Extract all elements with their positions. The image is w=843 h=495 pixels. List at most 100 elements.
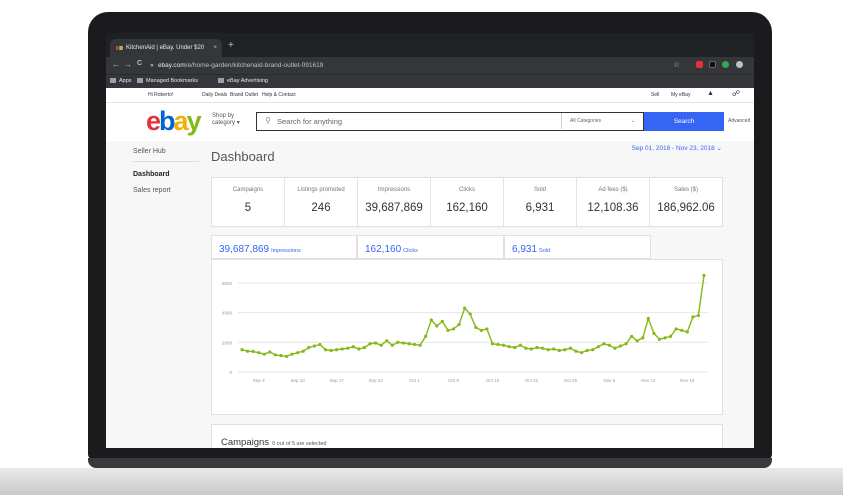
topnav-daily-deals[interactable]: Daily Deals — [202, 92, 227, 98]
x-tick-label: Sep 10 — [291, 378, 306, 383]
tab-clicks[interactable]: 162,160 Clicks — [357, 235, 504, 259]
data-point — [685, 330, 689, 334]
data-point — [279, 354, 283, 358]
search-button[interactable]: Search — [644, 112, 724, 131]
forward-icon[interactable]: → — [124, 60, 132, 69]
data-point — [568, 346, 573, 350]
bookmark-managed[interactable]: Managed Bookmarks — [137, 78, 198, 84]
data-point — [585, 348, 589, 353]
data-point — [401, 341, 406, 345]
extension-icon[interactable] — [709, 61, 716, 68]
data-point — [579, 351, 584, 355]
x-tick-label: Sep 24 — [368, 378, 383, 383]
data-point — [385, 339, 389, 343]
search-input[interactable]: ⚲ Search for anything All Categories ⌄ — [256, 112, 644, 131]
data-point — [323, 348, 328, 352]
new-tab-icon[interactable]: + — [228, 40, 234, 51]
x-tick-label: Oct 8 — [448, 378, 459, 383]
folder-icon — [137, 78, 143, 84]
apps-icon — [110, 78, 116, 84]
date-range-picker[interactable]: Sep 01, 2018 - Nov 23, 2018 ⌄ — [632, 144, 722, 152]
logo-letter: y — [186, 106, 202, 136]
x-tick-label: Nov 19 — [680, 378, 695, 383]
browser-tab[interactable]: KitchenAid | eBay. Under $20 × — [110, 39, 222, 57]
profile-icon[interactable] — [736, 61, 743, 68]
chevron-down-icon: ▾ — [236, 120, 240, 126]
data-point — [257, 351, 261, 355]
browser-tabbar: KitchenAid | eBay. Under $20 × + — [106, 33, 754, 57]
sidebar-item-sales-report[interactable]: Sales report — [133, 187, 171, 194]
data-point — [329, 348, 333, 353]
ebay-logo[interactable]: ebay — [146, 106, 202, 136]
data-point — [696, 313, 701, 318]
browser-toolbar: ← → C ● ebay.com/e/home-garden/kitchenaid… — [106, 57, 754, 74]
topnav-help[interactable]: Help & Contact — [262, 92, 296, 98]
data-point — [663, 336, 667, 340]
logo-letter: b — [159, 106, 175, 136]
data-point — [301, 349, 305, 353]
data-point — [351, 345, 355, 349]
stat-listings-promoted: Listings promoted 246 — [285, 178, 358, 226]
data-point — [262, 352, 266, 356]
category-select[interactable]: All Categories ⌄ — [561, 113, 643, 129]
bookmark-apps[interactable]: Apps — [110, 78, 132, 84]
data-point — [602, 342, 606, 346]
performance-chart: 6000 4000 2000 0 Sep 3 Sep 10 Sep 17 Sep 24 Oct … — [211, 259, 723, 415]
data-point — [468, 312, 472, 316]
sidebar-title[interactable]: Seller Hub — [133, 148, 166, 155]
data-point — [396, 340, 400, 344]
address-bar[interactable]: ● ebay.com/e/home-garden/kitchenaid-brand… — [150, 60, 660, 71]
campaigns-panel: Campaigns 0 out of 5 are selected — [211, 424, 723, 448]
x-tick-label: Nov 5 — [603, 378, 615, 383]
data-point — [346, 346, 350, 350]
laptop-base — [0, 468, 843, 495]
notification-bell-icon[interactable]: ▲ — [707, 90, 714, 97]
extension-icon[interactable] — [722, 61, 729, 68]
greeting[interactable]: Hi Roberto! — [148, 92, 173, 98]
data-point — [613, 346, 617, 350]
cart-icon[interactable]: ☍ — [732, 89, 740, 98]
data-point — [496, 342, 500, 347]
reload-icon[interactable]: C — [137, 60, 142, 67]
topnav-sell[interactable]: Sell — [651, 92, 659, 98]
data-point — [652, 331, 656, 335]
data-point — [596, 345, 600, 349]
x-tick-label: Sep 17 — [329, 378, 344, 383]
data-point — [357, 347, 361, 351]
stat-clicks: Clicks 162,160 — [431, 178, 504, 226]
stat-impressions: Impressions 39,687,869 — [358, 178, 431, 226]
shop-by-category[interactable]: Shop by category ▾ — [212, 113, 242, 127]
data-point — [335, 348, 339, 352]
data-point — [502, 343, 506, 347]
topnav-brand-outlet[interactable]: Brand Outlet — [230, 92, 258, 98]
extension-icon[interactable] — [696, 61, 703, 68]
back-icon[interactable]: ← — [112, 60, 120, 69]
tab-impressions[interactable]: 39,687,869 Impressions — [211, 235, 357, 259]
laptop-hinge — [88, 458, 772, 468]
data-point — [591, 348, 595, 352]
sidebar-item-dashboard[interactable]: Dashboard — [133, 171, 170, 178]
y-tick-label: 2000 — [222, 340, 233, 345]
bookmark-star-icon[interactable]: ☆ — [673, 60, 680, 69]
data-point — [490, 342, 495, 346]
url-host: ebay.com — [157, 62, 186, 69]
data-point — [479, 328, 483, 332]
advanced-search-link[interactable]: Advanced — [728, 118, 750, 124]
data-point — [513, 345, 517, 350]
data-point — [669, 334, 673, 338]
data-point — [691, 315, 695, 319]
data-point — [546, 348, 550, 352]
tab-close-icon[interactable]: × — [213, 45, 217, 51]
data-point — [535, 345, 539, 350]
logo-letter: a — [173, 106, 189, 136]
data-point — [373, 341, 378, 345]
data-point — [463, 306, 467, 310]
dashboard-main: Dashboard Sep 01, 2018 - Nov 23, 2018 ⌄ … — [202, 141, 754, 448]
sidebar: Seller Hub Dashboard Sales report — [106, 141, 202, 448]
bookmark-ebay-advertising[interactable]: eBay Advertising — [218, 78, 268, 84]
data-point — [474, 325, 478, 330]
tab-sold[interactable]: 6,931 Sold — [504, 235, 651, 259]
data-point — [435, 324, 439, 328]
topnav-my-ebay[interactable]: My eBay — [671, 92, 690, 98]
data-point — [340, 347, 344, 351]
